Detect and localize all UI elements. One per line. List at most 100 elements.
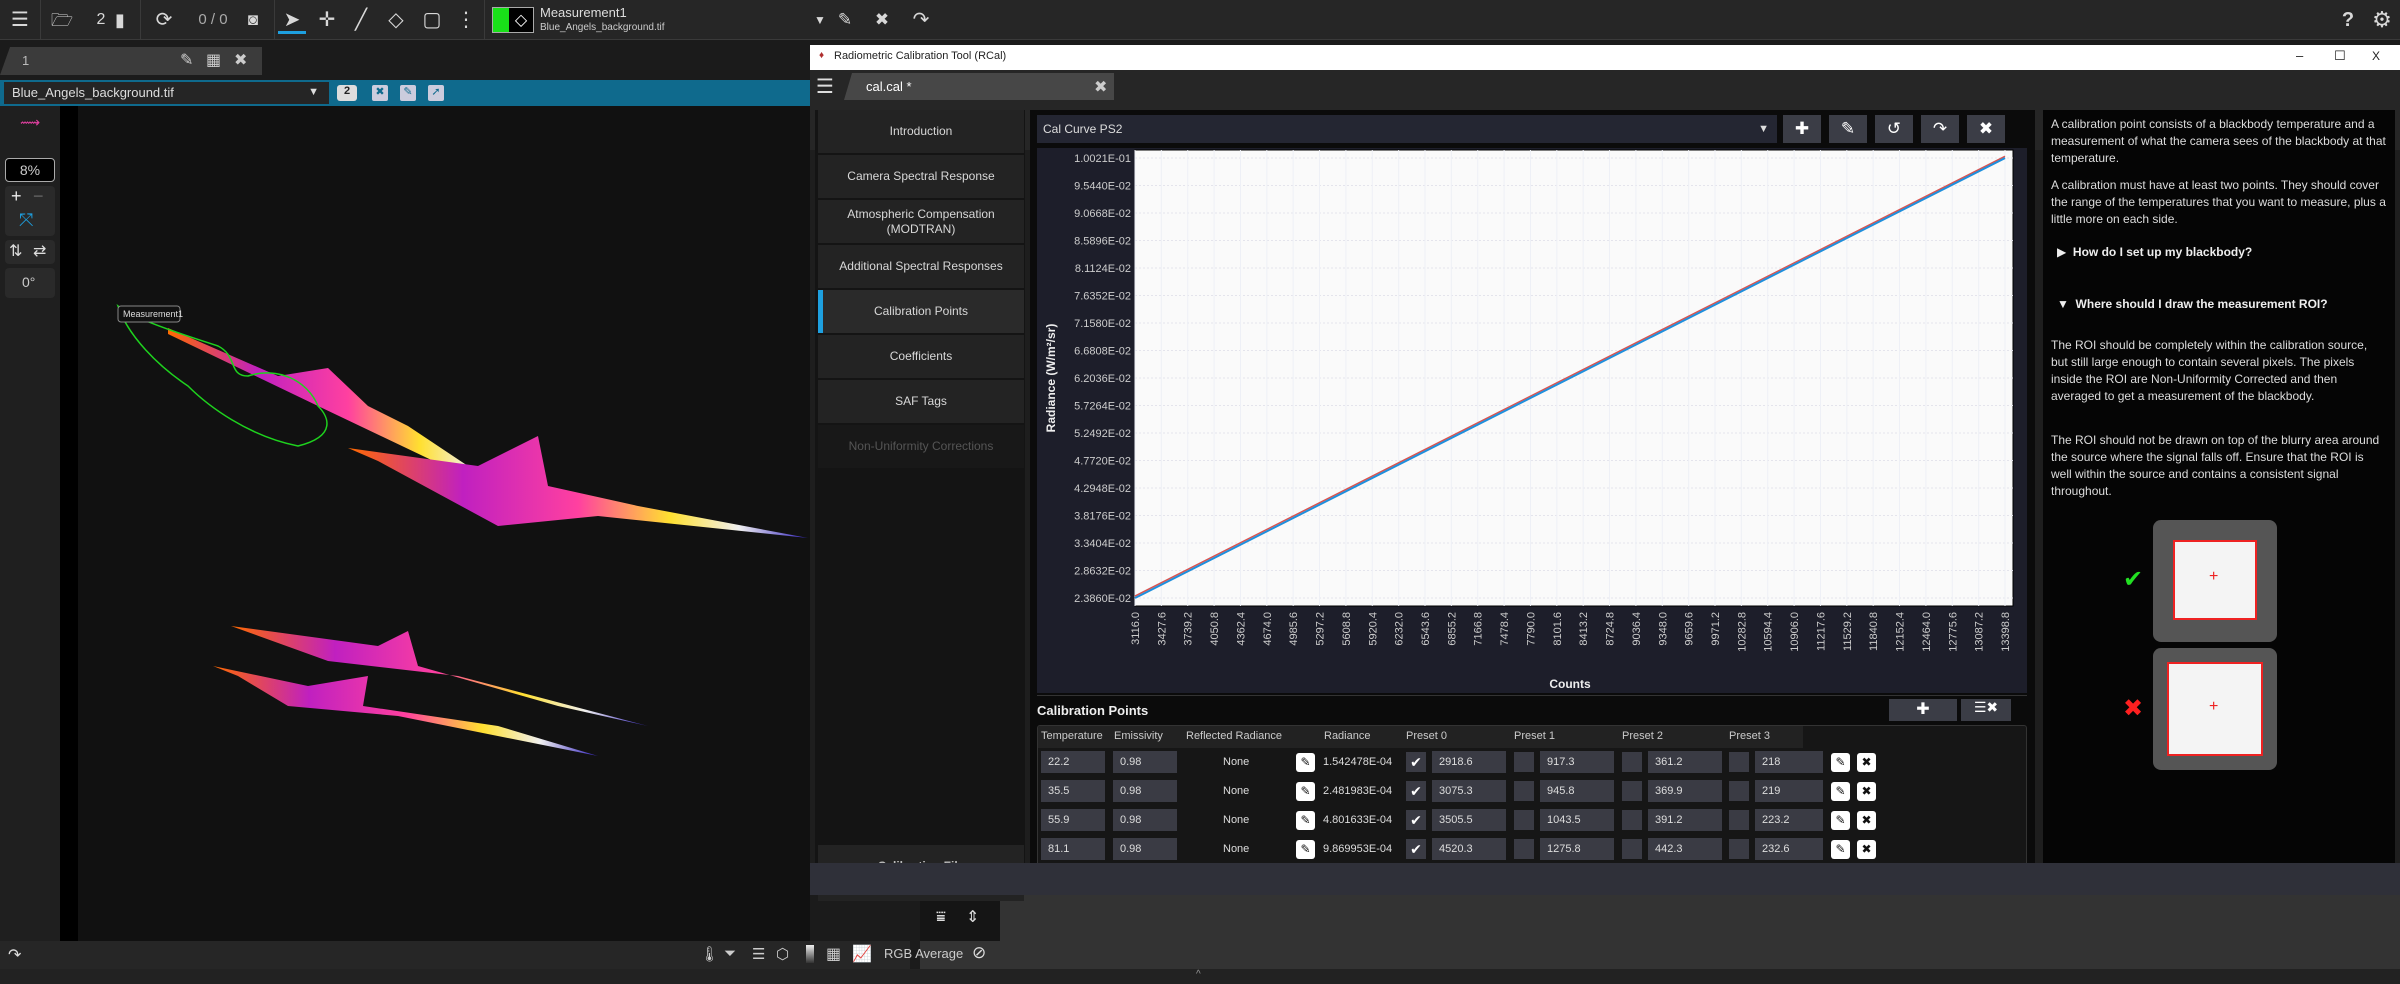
rectangle-icon[interactable]: ▢ xyxy=(418,6,446,34)
menu-icon[interactable]: ☰ xyxy=(6,6,34,34)
preset-1-field[interactable]: 1043.5 xyxy=(1540,809,1614,831)
preset-1-checkbox[interactable] xyxy=(1514,752,1534,772)
preset-2-checkbox[interactable] xyxy=(1622,781,1642,801)
pencil-icon[interactable]: ✎ xyxy=(180,50,193,70)
preset-1-field[interactable]: 945.8 xyxy=(1540,780,1614,802)
help-icon[interactable]: ? xyxy=(2336,6,2360,34)
edit-point-button[interactable]: ✎ xyxy=(1831,753,1850,772)
preset-2-checkbox[interactable] xyxy=(1622,839,1642,859)
pencil-icon[interactable]: ✎ xyxy=(834,6,856,34)
edit-point-button[interactable]: ✎ xyxy=(1831,811,1850,830)
preset-0-field[interactable]: 3075.3 xyxy=(1432,780,1506,802)
filter-icon[interactable]: ⏷ xyxy=(724,945,736,962)
minimize-button[interactable]: – xyxy=(2296,48,2303,63)
preset-0-checkbox[interactable]: ✔ xyxy=(1406,752,1426,772)
preset-1-checkbox[interactable] xyxy=(1514,781,1534,801)
faq-roi-placement[interactable]: ▼ Where should I draw the measurement RO… xyxy=(2057,297,2328,311)
preset-3-checkbox[interactable] xyxy=(1729,752,1749,772)
preset-2-checkbox[interactable] xyxy=(1622,810,1642,830)
preset-0-field[interactable]: 2918.6 xyxy=(1432,751,1506,773)
faq-blackbody-setup[interactable]: ▶ How do I set up my blackbody? xyxy=(2057,245,2252,259)
edit-reflected-button[interactable]: ✎ xyxy=(1296,753,1315,772)
delete-point-button[interactable]: ✖ xyxy=(1857,782,1876,801)
polygon-icon[interactable]: ◇ xyxy=(382,6,410,34)
align-icon[interactable]: ⇕ xyxy=(966,907,979,927)
preset-2-field[interactable]: 369.9 xyxy=(1648,780,1722,802)
edit-reflected-button[interactable]: ✎ xyxy=(1296,782,1315,801)
thumbnail[interactable]: ⟿ xyxy=(8,114,52,154)
close-icon[interactable]: ✖ xyxy=(1094,77,1107,97)
table-icon[interactable]: ▦ xyxy=(826,944,841,964)
preset-3-checkbox[interactable] xyxy=(1729,839,1749,859)
preset-0-field[interactable]: 3505.5 xyxy=(1432,809,1506,831)
emissivity-field[interactable]: 0.98 xyxy=(1113,751,1177,773)
tab-cal-file[interactable]: cal.cal * ✖ xyxy=(844,73,1114,100)
add-curve-button[interactable]: ✚ xyxy=(1783,115,1821,143)
nav-saf-tags[interactable]: SAF Tags xyxy=(818,380,1024,423)
close-icon[interactable]: ✖ xyxy=(372,85,388,101)
chart-icon[interactable]: 📈 xyxy=(852,944,872,964)
preset-1-field[interactable]: 917.3 xyxy=(1540,751,1614,773)
emissivity-field[interactable]: 0.98 xyxy=(1113,838,1177,860)
nav-introduction[interactable]: Introduction xyxy=(818,110,1024,153)
close-icon[interactable]: ✖ xyxy=(234,50,247,70)
preset-1-checkbox[interactable] xyxy=(1514,810,1534,830)
preset-1-checkbox[interactable] xyxy=(1514,839,1534,859)
preset-3-field[interactable]: 219 xyxy=(1755,780,1823,802)
measurement-swatch[interactable]: ◇ xyxy=(492,7,534,33)
edit-curve-button[interactable]: ✎ xyxy=(1829,115,1867,143)
expand-icon[interactable]: ^ xyxy=(1196,969,1201,980)
compress-icon[interactable]: ⩸ xyxy=(936,909,946,927)
menu-icon[interactable]: ☰ xyxy=(816,74,834,99)
gear-icon[interactable]: ⚙ xyxy=(2368,6,2396,34)
preset-0-checkbox[interactable]: ✔ xyxy=(1406,810,1426,830)
zoom-in-icon[interactable]: + xyxy=(11,186,22,207)
delete-point-button[interactable]: ✖ xyxy=(1857,753,1876,772)
rotation-control[interactable]: 0° xyxy=(5,268,55,298)
preset-0-checkbox[interactable]: ✔ xyxy=(1406,839,1426,859)
nav-camera-spectral-response[interactable]: Camera Spectral Response xyxy=(818,155,1024,198)
edit-point-button[interactable]: ✎ xyxy=(1831,840,1850,859)
close-icon[interactable]: ✖ xyxy=(872,6,892,34)
file-select[interactable]: Blue_Angels_background.tif ▼ xyxy=(4,82,329,104)
grid-icon[interactable]: ▦ xyxy=(206,50,221,70)
fit-icon[interactable]: ⤧ xyxy=(19,210,33,231)
redo-icon[interactable]: ↷ xyxy=(908,6,934,34)
temperature-field[interactable]: 55.9 xyxy=(1041,809,1105,831)
mode-label[interactable]: RGB Average xyxy=(884,946,963,961)
preset-0-checkbox[interactable]: ✔ xyxy=(1406,781,1426,801)
refresh-icon[interactable]: ⟳ xyxy=(150,6,178,34)
clear-points-button[interactable]: ☰✖ xyxy=(1961,699,2011,721)
edit-reflected-button[interactable]: ✎ xyxy=(1296,811,1315,830)
flip-vertical-icon[interactable]: ⇅ xyxy=(9,241,22,261)
add-point-button[interactable]: ✚ xyxy=(1889,699,1957,721)
redo-button[interactable]: ↷ xyxy=(1921,115,1959,143)
popout-icon[interactable]: ➚ xyxy=(428,85,444,101)
curve-select[interactable]: Cal Curve PS2 ▼ xyxy=(1037,115,1777,143)
nav-atmospheric-compensation[interactable]: Atmospheric Compensation (MODTRAN) xyxy=(818,200,1024,243)
thermometer-icon[interactable]: 🌡 xyxy=(700,945,719,963)
preset-3-checkbox[interactable] xyxy=(1729,781,1749,801)
delete-point-button[interactable]: ✖ xyxy=(1857,811,1876,830)
preset-3-field[interactable]: 218 xyxy=(1755,751,1823,773)
file-icon[interactable]: ▮ xyxy=(110,6,130,34)
close-window-button[interactable]: X xyxy=(2372,49,2380,63)
cube-icon[interactable]: ⬡ xyxy=(776,945,789,963)
preset-2-field[interactable]: 391.2 xyxy=(1648,809,1722,831)
nav-calibration-points[interactable]: Calibration Points xyxy=(818,290,1024,333)
preset-1-field[interactable]: 1275.8 xyxy=(1540,838,1614,860)
edit-reflected-button[interactable]: ✎ xyxy=(1296,840,1315,859)
colorbar-icon[interactable] xyxy=(806,945,814,963)
undo-button[interactable]: ↺ xyxy=(1875,115,1913,143)
pointer-icon[interactable]: ➤ xyxy=(278,6,306,34)
disable-icon[interactable]: ⊘ xyxy=(972,943,986,963)
temperature-field[interactable]: 35.5 xyxy=(1041,780,1105,802)
zoom-level[interactable]: 8% xyxy=(5,158,55,182)
chevron-down-icon[interactable]: ▼ xyxy=(812,6,828,34)
crosshair-icon[interactable]: ✛ xyxy=(314,6,340,34)
emissivity-field[interactable]: 0.98 xyxy=(1113,780,1177,802)
sliders-icon[interactable]: ☰ xyxy=(752,945,765,963)
viewer-tab[interactable]: 1 ✎ ▦ ✖ xyxy=(0,47,262,75)
preset-3-field[interactable]: 232.6 xyxy=(1755,838,1823,860)
preset-3-field[interactable]: 223.2 xyxy=(1755,809,1823,831)
